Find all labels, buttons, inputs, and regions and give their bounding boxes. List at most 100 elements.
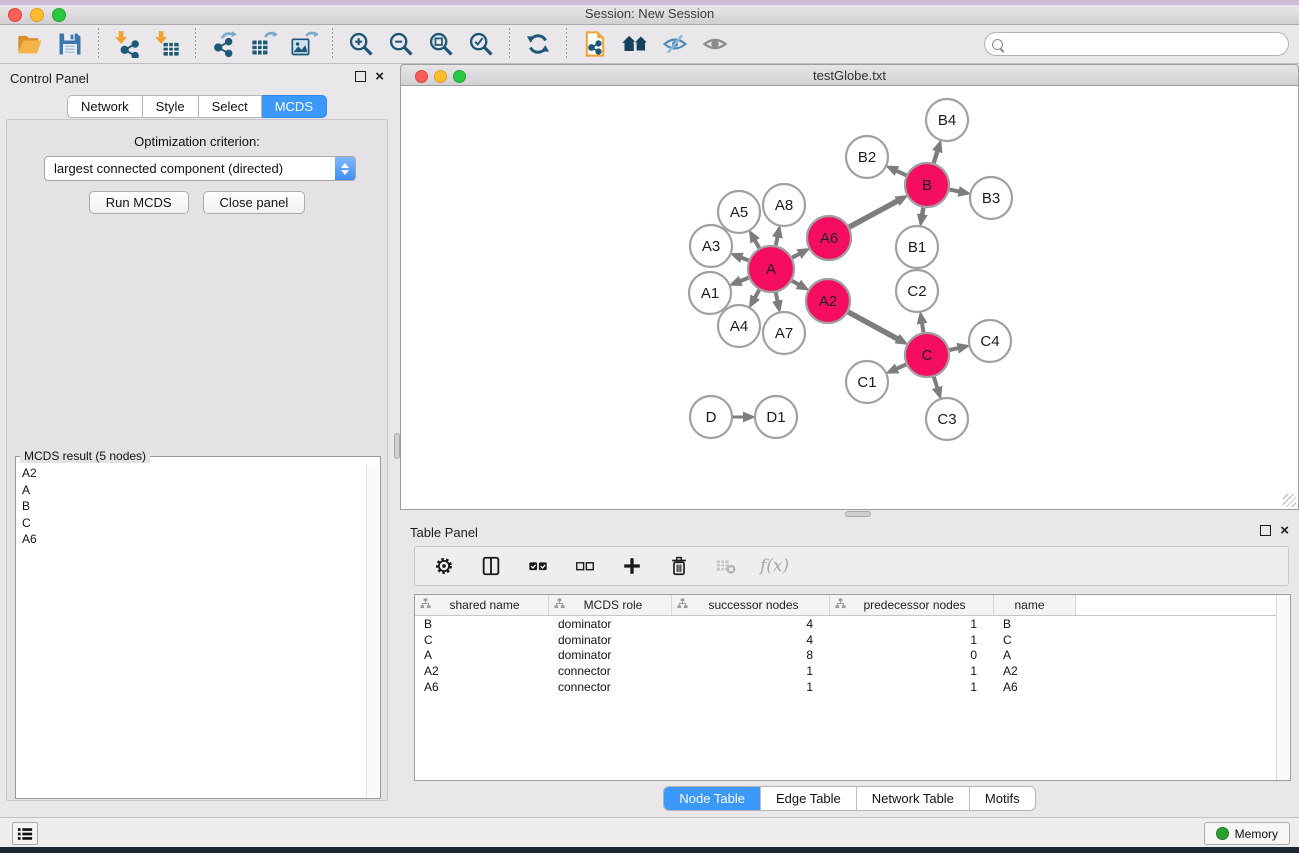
graph-edge-B-B1[interactable] [922, 208, 923, 216]
delete-column-trash-icon[interactable] [666, 553, 692, 579]
graph-node-C4[interactable]: C4 [969, 320, 1011, 362]
criterion-dropdown[interactable]: largest connected component (directed) [44, 156, 356, 181]
table-row[interactable]: Cdominator41C [415, 632, 1290, 648]
show-columns-icon[interactable] [478, 553, 504, 579]
graph-node-C2[interactable]: C2 [896, 270, 938, 312]
close-panel-icon[interactable]: × [1280, 525, 1289, 536]
graph-edge-C-C4[interactable] [949, 348, 958, 350]
new-network-icon[interactable] [577, 27, 613, 61]
tab-motifs[interactable]: Motifs [969, 787, 1035, 810]
table-settings-gear-icon[interactable] [431, 553, 457, 579]
open-file-icon[interactable] [12, 27, 48, 61]
import-network-icon[interactable] [109, 27, 145, 61]
function-builder-icon[interactable]: f(x) [760, 556, 789, 576]
close-panel-icon[interactable]: × [375, 71, 384, 82]
save-session-icon[interactable] [52, 27, 88, 61]
graph-edge-C-C1[interactable] [896, 364, 906, 368]
tab-style[interactable]: Style [143, 95, 199, 118]
graph-node-A[interactable]: A [748, 246, 794, 292]
graph-edge-A-A2[interactable] [792, 281, 799, 285]
graph-edge-B-B3[interactable] [950, 190, 960, 192]
table-row[interactable]: Bdominator41B [415, 616, 1290, 632]
column-header-MCDS-role[interactable]: MCDS role [549, 595, 672, 615]
mcds-result-item[interactable]: A2 [16, 465, 366, 482]
export-image-icon[interactable] [286, 27, 322, 61]
resize-grip-icon[interactable] [1283, 494, 1296, 507]
graph-edge-A2-C[interactable] [848, 312, 898, 339]
graph-edge-C-C2[interactable] [922, 323, 924, 333]
graph-edge-A-A1[interactable] [740, 278, 749, 281]
table-row[interactable]: A2connector11A2 [415, 663, 1290, 679]
column-header-name[interactable]: name [994, 595, 1076, 615]
show-hide-panel-icon[interactable] [697, 27, 733, 61]
zoom-in-icon[interactable] [343, 27, 379, 61]
mcds-result-item[interactable]: B [16, 498, 366, 515]
close-panel-button[interactable]: Close panel [203, 191, 306, 214]
graph-node-D1[interactable]: D1 [755, 396, 797, 438]
graph-node-C1[interactable]: C1 [846, 361, 888, 403]
mcds-result-item[interactable]: A [16, 482, 366, 499]
hide-graphics-details-icon[interactable] [657, 27, 693, 61]
tab-node-table[interactable]: Node Table [664, 787, 760, 810]
graph-node-B4[interactable]: B4 [926, 99, 968, 141]
zoom-selected-icon[interactable] [463, 27, 499, 61]
horizontal-splitter[interactable] [400, 510, 1299, 518]
graph-edge-A-A3[interactable] [741, 257, 749, 260]
graph-edge-A-A7[interactable] [776, 293, 778, 302]
graph-node-B1[interactable]: B1 [896, 226, 938, 268]
splitter-grip[interactable] [845, 511, 871, 517]
graph-edge-A6-B[interactable] [849, 201, 898, 227]
table-scrollbar[interactable] [1276, 595, 1290, 780]
deselect-all-icon[interactable] [572, 553, 598, 579]
graph-node-A7[interactable]: A7 [763, 312, 805, 354]
import-table-icon[interactable] [149, 27, 185, 61]
network-canvas[interactable]: A A1 A2 A3 A4 A5 A6 A7 A8 B B1 B2 B3B4 C C1 C2 C3C4 D D1 [400, 86, 1299, 510]
select-all-icon[interactable] [525, 553, 551, 579]
home-layout-icon[interactable] [617, 27, 653, 61]
graph-edge-B-B2[interactable] [896, 171, 906, 176]
graph-node-C3[interactable]: C3 [926, 398, 968, 440]
zoom-fit-icon[interactable] [423, 27, 459, 61]
column-header-shared-name[interactable]: shared name [415, 595, 549, 615]
column-header-predecessor-nodes[interactable]: predecessor nodes [830, 595, 994, 615]
graph-edge-A-A8[interactable] [776, 236, 778, 245]
mcds-result-item[interactable]: C [16, 515, 366, 532]
export-network-icon[interactable] [206, 27, 242, 61]
graph-node-A2[interactable]: A2 [806, 279, 850, 323]
memory-button[interactable]: Memory [1204, 822, 1290, 845]
run-mcds-button[interactable]: Run MCDS [89, 191, 189, 214]
mcds-scrollbar[interactable] [366, 465, 379, 797]
graph-node-A8[interactable]: A8 [763, 184, 805, 226]
tab-network-table[interactable]: Network Table [856, 787, 969, 810]
graph-edge-B-B4[interactable] [934, 151, 938, 163]
graph-node-A1[interactable]: A1 [689, 272, 731, 314]
graph-edge-A-A4[interactable] [755, 290, 760, 298]
export-table-icon[interactable] [246, 27, 282, 61]
graph-node-B3[interactable]: B3 [970, 177, 1012, 219]
delete-table-icon[interactable] [713, 553, 739, 579]
graph-node-A6[interactable]: A6 [807, 216, 851, 260]
graph-node-A5[interactable]: A5 [718, 191, 760, 233]
graph-node-B[interactable]: B [905, 163, 949, 207]
graph-node-A3[interactable]: A3 [690, 225, 732, 267]
tab-edge-table[interactable]: Edge Table [760, 787, 856, 810]
zoom-out-icon[interactable] [383, 27, 419, 61]
search-input[interactable] [1003, 35, 1288, 53]
refresh-network-icon[interactable] [520, 27, 556, 61]
add-column-icon[interactable] [619, 553, 645, 579]
float-panel-icon[interactable] [1260, 525, 1271, 536]
tab-mcds[interactable]: MCDS [262, 95, 327, 118]
graph-edge-A-A6[interactable] [792, 254, 800, 258]
tab-network[interactable]: Network [67, 95, 143, 118]
graph-node-A4[interactable]: A4 [718, 305, 760, 347]
graph-node-D[interactable]: D [690, 396, 732, 438]
graph-node-C[interactable]: C [905, 333, 949, 377]
mcds-result-item[interactable]: A6 [16, 531, 366, 548]
tab-select[interactable]: Select [199, 95, 262, 118]
graph-edge-A-A5[interactable] [755, 240, 760, 248]
graph-edge-C-C3[interactable] [934, 377, 938, 389]
graph-node-B2[interactable]: B2 [846, 136, 888, 178]
task-history-list-icon[interactable] [12, 822, 38, 845]
column-header-successor-nodes[interactable]: successor nodes [672, 595, 830, 615]
float-panel-icon[interactable] [355, 71, 366, 82]
